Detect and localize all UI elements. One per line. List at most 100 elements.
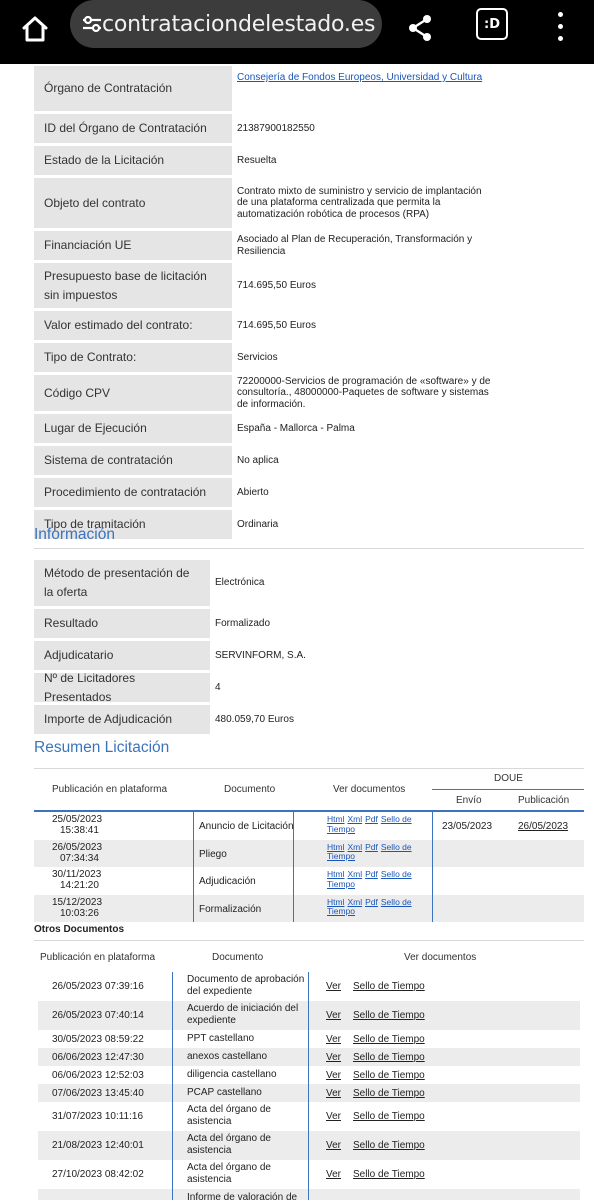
document-links: Html Xml Pdf Sello de Tiempo — [327, 842, 437, 862]
otros-row: 27/10/2023 08:42:02 Acta del órgano de as… — [38, 1160, 580, 1189]
overflow-menu-icon[interactable] — [548, 8, 572, 44]
sello-tiempo-link[interactable]: Sello de Tiempo — [353, 1010, 425, 1022]
document-name: Documento de aprobación del expediente — [187, 974, 305, 997]
detail-value-text: Ordinaria — [237, 518, 279, 530]
column-divider — [193, 812, 194, 840]
info-value: SERVINFORM, S.A. — [215, 649, 306, 661]
informacion-title: Información — [34, 526, 115, 543]
doue-publicacion-link[interactable]: 26/05/2023 — [518, 821, 568, 832]
ver-link[interactable]: Ver — [326, 1169, 341, 1181]
pdf-link[interactable]: Pdf — [365, 842, 378, 852]
ver-link[interactable]: Ver — [326, 1052, 341, 1064]
document-name: Anuncio de Licitación — [199, 821, 294, 832]
ver-link[interactable]: Ver — [326, 1010, 341, 1022]
document-name: diligencia castellano — [187, 1069, 277, 1080]
detail-value-text: Resuelta — [237, 154, 277, 166]
resumen-row: 15/12/2023 10:03:26 Formalización Html Xml Pd… — [34, 894, 584, 922]
xml-link[interactable]: Xml — [347, 842, 362, 852]
detail-row: Objeto del contrato Contrato mixto de sum… — [34, 178, 494, 228]
sello-tiempo-link[interactable]: Sello de Tiempo — [353, 1034, 425, 1046]
detail-row: ID del Órgano de Contratación 21387900182… — [34, 114, 494, 143]
publication-datetime: 30/05/2023 08:59:22 — [52, 1033, 144, 1045]
otros-row: 26/05/2023 07:40:14 Acuerdo de iniciación… — [38, 1001, 580, 1030]
otros-row: 07/06/2023 13:45:40 PCAP castellano Ver Sel… — [38, 1084, 580, 1102]
document-name: PCAP castellano — [187, 1087, 262, 1098]
publication-datetime: 25/05/2023 15:38:41 — [52, 814, 102, 836]
ver-link[interactable]: Ver — [326, 1088, 341, 1100]
home-icon[interactable] — [14, 8, 56, 50]
info-value: 4 — [215, 681, 221, 693]
xml-link[interactable]: Xml — [347, 869, 362, 879]
document-name: Formalización — [199, 903, 262, 915]
share-icon[interactable] — [398, 6, 442, 50]
sello-tiempo-link[interactable]: Sello de Tiempo — [353, 981, 425, 993]
sello-tiempo-link[interactable]: Sello de Tiempo — [353, 1111, 425, 1123]
html-link[interactable]: Html — [327, 842, 344, 852]
detail-row: Código CPV 72200000-Servicios de programa… — [34, 375, 494, 411]
address-bar[interactable]: contrataciondelestado.es — [70, 0, 382, 48]
detail-label: Código CPV — [34, 375, 232, 411]
info-row: Importe de Adjudicación 480.059,70 Euros — [34, 705, 434, 734]
info-row: Nº de Licitadores Presentados 4 — [34, 671, 434, 704]
ver-link[interactable]: Ver — [326, 1034, 341, 1046]
detail-value: Resuelta — [232, 146, 494, 175]
column-divider — [308, 1160, 309, 1189]
document-links: Html Xml Pdf Sello de Tiempo — [327, 897, 437, 917]
document-name: Acuerdo de iniciación del expediente — [187, 1003, 299, 1026]
detail-row: Presupuesto base de licitación sin impue… — [34, 263, 494, 308]
otros-header: Publicación en plataforma Documento Ver … — [34, 940, 584, 972]
pdf-link[interactable]: Pdf — [365, 869, 378, 879]
info-row: Método de presentación de la oferta Elect… — [34, 560, 434, 606]
detail-label: Sistema de contratación — [34, 446, 232, 475]
detail-value: 714.695,50 Euros — [232, 311, 494, 340]
ver-link[interactable]: Ver — [326, 1140, 341, 1152]
detail-row: Tipo de Contrato: Servicios — [34, 343, 494, 372]
html-link[interactable]: Html — [327, 814, 344, 824]
column-divider — [172, 1084, 173, 1102]
resumen-title: Resumen Licitación — [34, 739, 170, 756]
sello-tiempo-link[interactable]: Sello de Tiempo — [353, 1070, 425, 1082]
pdf-link[interactable]: Pdf — [365, 897, 378, 907]
detail-label: Lugar de Ejecución — [34, 414, 232, 443]
html-link[interactable]: Html — [327, 897, 344, 907]
info-value: Formalizado — [215, 617, 271, 629]
detail-row: Sistema de contratación No aplica — [34, 446, 494, 475]
html-link[interactable]: Html — [327, 869, 344, 879]
column-divider — [172, 1048, 173, 1066]
detail-value-text: No aplica — [237, 454, 279, 466]
detail-value-text: Servicios — [237, 351, 278, 363]
ver-link[interactable]: Ver — [326, 1070, 341, 1082]
sello-tiempo-link[interactable]: Sello de Tiempo — [353, 1052, 425, 1064]
xml-link[interactable]: Xml — [347, 814, 362, 824]
column-divider — [172, 1131, 173, 1160]
column-divider — [172, 1189, 173, 1200]
sello-tiempo-link[interactable]: Sello de Tiempo — [353, 1140, 425, 1152]
detail-row: Lugar de Ejecución España - Mallorca - Pa… — [34, 414, 494, 443]
ver-link[interactable]: Ver — [326, 1111, 341, 1123]
publication-time: 07:34:34 — [60, 852, 99, 864]
column-divider — [308, 972, 309, 1001]
detail-row: Órgano de Contratación Consejería de Fond… — [34, 66, 494, 111]
detail-value-text: 714.695,50 Euros — [237, 319, 316, 331]
column-divider — [293, 839, 294, 867]
header-publicacion-doue: Publicación — [518, 795, 570, 806]
document-name: Acta del órgano de asistencia — [187, 1104, 271, 1127]
url-text[interactable]: contrataciondelestado.es — [102, 12, 375, 37]
column-divider — [172, 1102, 173, 1131]
detail-label: Órgano de Contratación — [34, 66, 232, 111]
organo-contratacion-link[interactable]: Consejería de Fondos Europeos, Universid… — [237, 72, 482, 84]
xml-link[interactable]: Xml — [347, 897, 362, 907]
publication-datetime: 27/10/2023 08:42:02 — [52, 1169, 144, 1180]
sello-tiempo-link[interactable]: Sello de Tiempo — [353, 1088, 425, 1100]
publication-date: 15/12/2023 — [52, 896, 103, 908]
detail-value: 21387900182550 — [232, 114, 494, 143]
pdf-link[interactable]: Pdf — [365, 814, 378, 824]
column-divider — [308, 1102, 309, 1131]
tab-switcher-button[interactable]: :D — [476, 8, 508, 40]
sello-tiempo-link[interactable]: Sello de Tiempo — [353, 1169, 425, 1181]
licitacion-details: Órgano de Contratación Consejería de Fond… — [34, 66, 494, 542]
ver-link[interactable]: Ver — [326, 981, 341, 993]
column-divider — [193, 839, 194, 867]
detail-value: No aplica — [232, 446, 494, 475]
detail-value-text: España - Mallorca - Palma — [237, 422, 355, 434]
